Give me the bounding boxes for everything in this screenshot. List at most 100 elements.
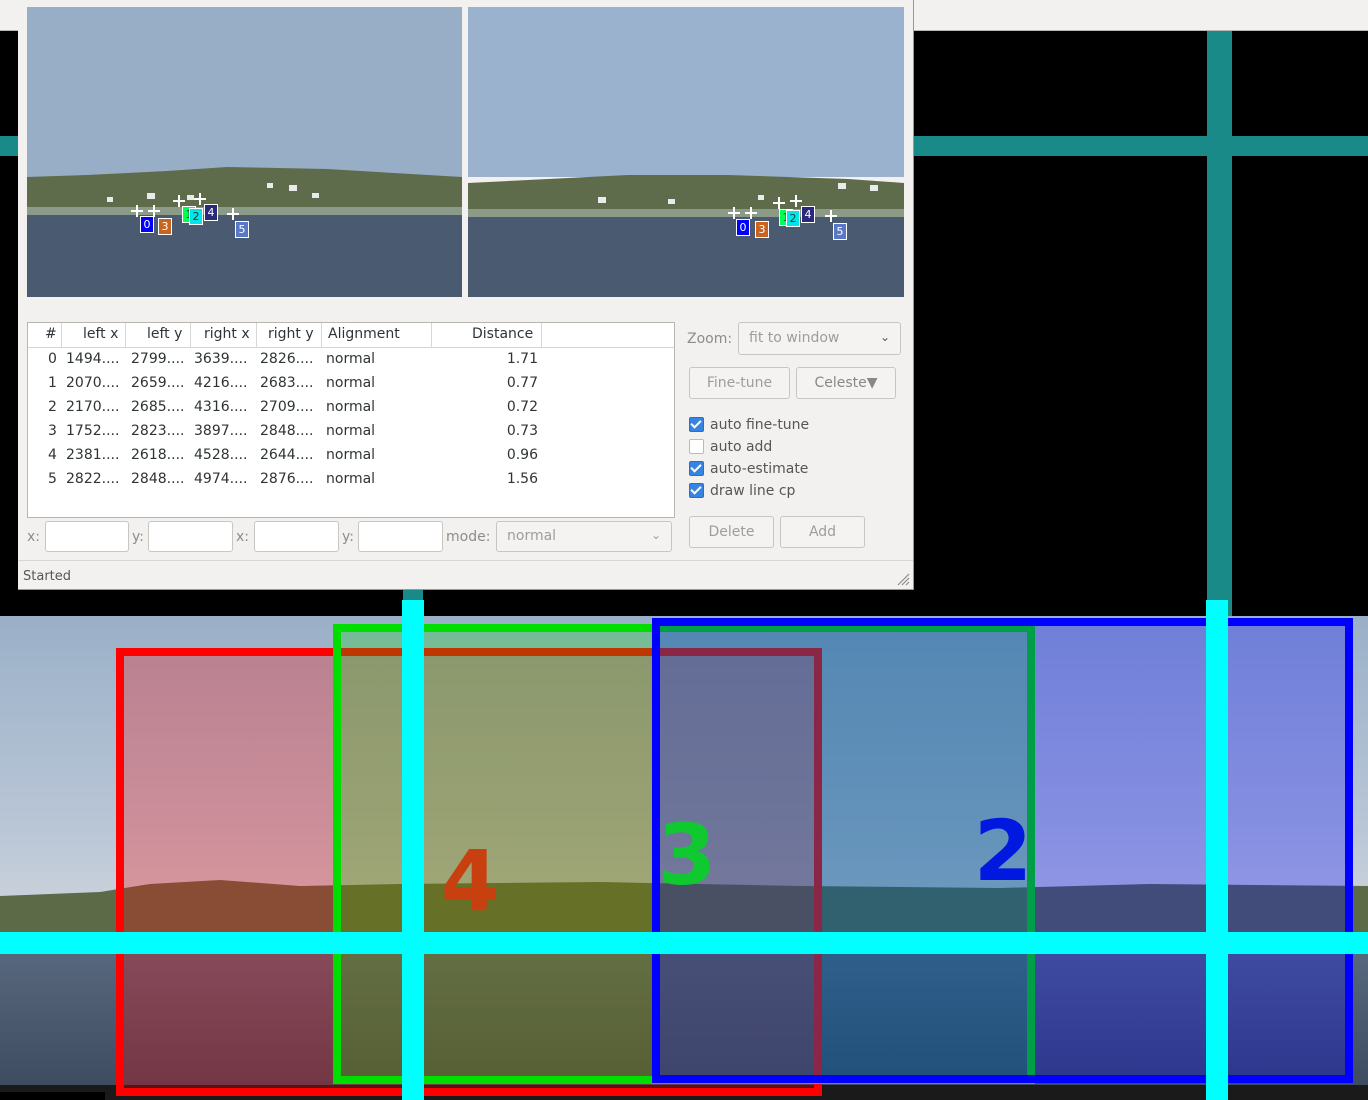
checkbox-unchecked-icon[interactable] bbox=[689, 439, 704, 454]
cell-right-x: 4216.... bbox=[194, 375, 248, 391]
cp-marker[interactable] bbox=[227, 208, 239, 220]
cell-left-y: 2659.... bbox=[131, 375, 185, 391]
mode-select[interactable]: normal ⌄ bbox=[496, 521, 672, 552]
cell-left-y: 2823.... bbox=[131, 423, 185, 439]
checkbox-label: draw line cp bbox=[710, 483, 796, 499]
checkbox-checked-icon[interactable] bbox=[689, 461, 704, 476]
cp-label-3[interactable]: 3 bbox=[755, 221, 769, 238]
table-row[interactable]: 1 2070.... 2659.... 4216.... 2683.... normal 0… bbox=[28, 372, 674, 396]
cell-left-y: 2685.... bbox=[131, 399, 185, 415]
table-row[interactable]: 3 1752.... 2823.... 3897.... 2848.... normal 0… bbox=[28, 420, 674, 444]
cp-label-0[interactable]: 0 bbox=[736, 219, 750, 236]
cell-left-y: 2799.... bbox=[131, 351, 185, 367]
right-x-input[interactable] bbox=[254, 521, 339, 552]
control-point-table[interactable]: # left x left y right x right y Alignmen… bbox=[27, 322, 675, 518]
image-label-4: 4 bbox=[441, 832, 499, 930]
cell-right-y: 2876.... bbox=[260, 471, 314, 487]
cp-label-5[interactable]: 5 bbox=[235, 221, 249, 238]
checkbox-checked-icon[interactable] bbox=[689, 483, 704, 498]
cell-right-y: 2848.... bbox=[260, 423, 314, 439]
celeste-button[interactable]: Celeste▼ bbox=[796, 367, 896, 399]
zoom-select-value: fit to window bbox=[749, 330, 840, 346]
cell-distance: 1.56 bbox=[506, 471, 538, 487]
cp-label-0[interactable]: 0 bbox=[140, 216, 154, 233]
add-button[interactable]: Add bbox=[780, 516, 865, 548]
cell-index: 3 bbox=[48, 423, 57, 439]
right-image-view[interactable]: 0 3 1 2 4 5 bbox=[468, 7, 904, 297]
left-y-input[interactable] bbox=[148, 521, 233, 552]
auto-add-checkbox[interactable]: auto add bbox=[689, 438, 879, 456]
cp-label-4[interactable]: 4 bbox=[801, 206, 815, 223]
control-points-dialog: 0 3 1 2 4 5 0 3 1 2 4 5 # bbox=[18, 0, 914, 590]
table-row[interactable]: 0 1494.... 2799.... 3639.... 2826.... normal 1… bbox=[28, 348, 674, 372]
col-header-left-y[interactable]: left y bbox=[147, 326, 182, 342]
cell-alignment: normal bbox=[326, 351, 376, 367]
cell-distance: 0.73 bbox=[506, 423, 538, 439]
left-image-view[interactable]: 0 3 1 2 4 5 bbox=[27, 7, 462, 297]
center-guide-line-right bbox=[1206, 600, 1228, 1100]
cp-marker[interactable] bbox=[825, 210, 837, 222]
mode-label: mode: bbox=[446, 529, 491, 545]
col-header-index[interactable]: # bbox=[45, 326, 57, 342]
cell-alignment: normal bbox=[326, 471, 376, 487]
checkbox-label: auto-estimate bbox=[710, 461, 809, 477]
zoom-select[interactable]: fit to window ⌄ bbox=[738, 322, 901, 355]
cell-left-x: 2170.... bbox=[66, 399, 120, 415]
status-bar-text: Started bbox=[23, 569, 72, 584]
auto-fine-tune-checkbox[interactable]: auto fine-tune bbox=[689, 416, 879, 434]
cell-right-y: 2683.... bbox=[260, 375, 314, 391]
cell-distance: 0.72 bbox=[506, 399, 538, 415]
col-header-left-x[interactable]: left x bbox=[83, 326, 118, 342]
cell-right-y: 2644.... bbox=[260, 447, 314, 463]
cell-left-x: 1494.... bbox=[66, 351, 120, 367]
resize-grip-icon[interactable] bbox=[896, 572, 910, 586]
cp-label-3[interactable]: 3 bbox=[158, 218, 172, 235]
cp-label-5[interactable]: 5 bbox=[833, 223, 847, 240]
cell-index: 2 bbox=[48, 399, 57, 415]
cp-marker[interactable] bbox=[728, 207, 740, 219]
cell-alignment: normal bbox=[326, 423, 376, 439]
cell-distance: 1.71 bbox=[506, 351, 538, 367]
col-header-alignment[interactable]: Alignment bbox=[328, 326, 400, 342]
center-guide-line-left bbox=[402, 600, 424, 1100]
cell-index: 4 bbox=[48, 447, 57, 463]
cell-index: 5 bbox=[48, 471, 57, 487]
mode-select-value: normal bbox=[507, 528, 557, 544]
col-header-right-x[interactable]: right x bbox=[204, 326, 250, 342]
cp-marker[interactable] bbox=[773, 197, 785, 209]
zoom-label: Zoom: bbox=[687, 331, 733, 347]
cell-index: 0 bbox=[48, 351, 57, 367]
image-label-2: 2 bbox=[974, 802, 1032, 900]
chevron-down-icon: ⌄ bbox=[650, 528, 661, 542]
right-y-label: y: bbox=[342, 529, 354, 545]
cell-left-x: 2822.... bbox=[66, 471, 120, 487]
cp-label-4[interactable]: 4 bbox=[204, 204, 218, 221]
cell-distance: 0.77 bbox=[506, 375, 538, 391]
cell-left-y: 2618.... bbox=[131, 447, 185, 463]
checkbox-checked-icon[interactable] bbox=[689, 417, 704, 432]
table-header: # left x left y right x right y Alignmen… bbox=[28, 323, 674, 348]
left-x-input[interactable] bbox=[45, 521, 129, 552]
col-header-distance[interactable]: Distance bbox=[472, 326, 533, 342]
auto-estimate-checkbox[interactable]: auto-estimate bbox=[689, 460, 879, 478]
grid-line-vertical bbox=[1207, 30, 1232, 620]
cell-index: 1 bbox=[48, 375, 57, 391]
cell-right-y: 2709.... bbox=[260, 399, 314, 415]
left-x-label: x: bbox=[27, 529, 41, 545]
right-x-label: x: bbox=[236, 529, 250, 545]
cell-right-x: 3639.... bbox=[194, 351, 248, 367]
fine-tune-button[interactable]: Fine-tune bbox=[689, 367, 790, 399]
col-header-right-y[interactable]: right y bbox=[268, 326, 314, 342]
table-row[interactable]: 2 2170.... 2685.... 4316.... 2709.... normal 0… bbox=[28, 396, 674, 420]
draw-line-cp-checkbox[interactable]: draw line cp bbox=[689, 482, 879, 500]
cp-label-2[interactable]: 2 bbox=[189, 208, 203, 225]
table-row[interactable]: 5 2822.... 2848.... 4974.... 2876.... normal 1… bbox=[28, 468, 674, 492]
cp-label-2[interactable]: 2 bbox=[786, 210, 800, 227]
delete-button[interactable]: Delete bbox=[689, 516, 774, 548]
cell-right-x: 4316.... bbox=[194, 399, 248, 415]
cell-right-x: 3897.... bbox=[194, 423, 248, 439]
cell-left-x: 2381.... bbox=[66, 447, 120, 463]
right-y-input[interactable] bbox=[358, 521, 443, 552]
cp-marker[interactable] bbox=[745, 207, 757, 219]
table-row[interactable]: 4 2381.... 2618.... 4528.... 2644.... normal 0… bbox=[28, 444, 674, 468]
